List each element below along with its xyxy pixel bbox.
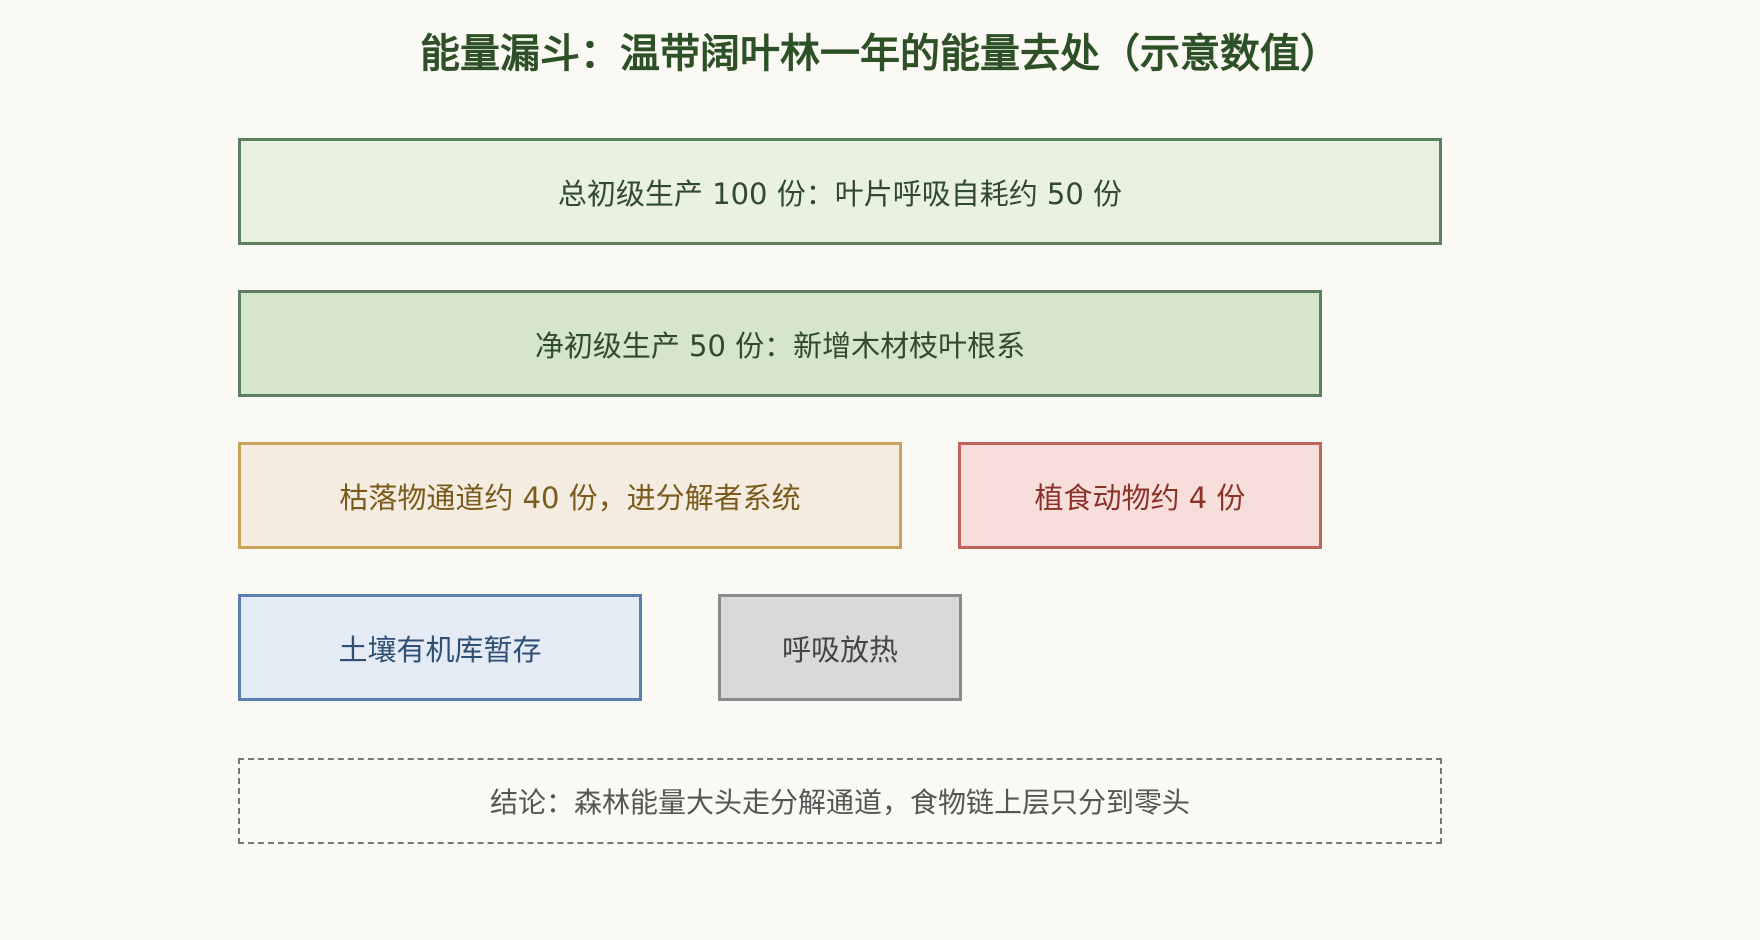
herbivores-box: 植食动物约 4 份 — [958, 442, 1322, 549]
soil-organic-pool-label: 土壤有机库暂存 — [338, 632, 542, 667]
conclusion-label: 结论：森林能量大头走分解通道，食物链上层只分到零头 — [489, 786, 1190, 819]
gross-primary-production-box: 总初级生产 100 份：叶片呼吸自耗约 50 份 — [238, 138, 1442, 245]
net-primary-production-label: 净初级生产 50 份：新增木材枝叶根系 — [534, 328, 1026, 363]
conclusion-box: 结论：森林能量大头走分解通道，食物链上层只分到零头 — [238, 758, 1442, 844]
respiration-heat-label: 呼吸放热 — [781, 632, 898, 667]
gross-primary-production-label: 总初级生产 100 份：叶片呼吸自耗约 50 份 — [557, 176, 1123, 211]
litter-channel-label: 枯落物通道约 40 份，进分解者系统 — [339, 480, 801, 515]
net-primary-production-box: 净初级生产 50 份：新增木材枝叶根系 — [238, 290, 1322, 397]
diagram-title: 能量漏斗：温带阔叶林一年的能量去处（示意数值） — [420, 31, 1340, 77]
soil-organic-pool-box: 土壤有机库暂存 — [238, 594, 642, 701]
herbivores-label: 植食动物约 4 份 — [1034, 480, 1246, 515]
respiration-heat-box: 呼吸放热 — [718, 594, 962, 701]
litter-channel-box: 枯落物通道约 40 份，进分解者系统 — [238, 442, 902, 549]
